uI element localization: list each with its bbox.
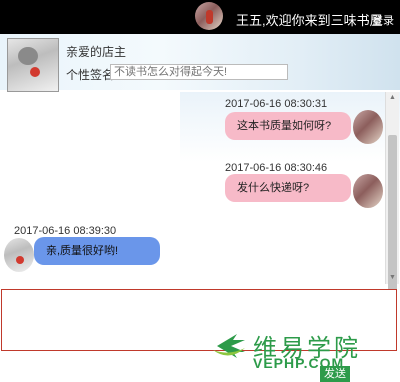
chat-scrollbar[interactable]: ▲ ▼ <box>385 92 399 298</box>
received-message-bubble: 亲,质量很好哟! <box>34 237 160 265</box>
sender-avatar <box>353 174 383 208</box>
shop-owner-avatar <box>7 38 59 92</box>
message-timestamp: 2017-06-16 08:30:46 <box>225 162 328 174</box>
shop-profile-panel: 亲爱的店主 个性签名: <box>0 34 400 92</box>
welcome-text: 王五,欢迎你来到三味书屋 <box>236 13 383 28</box>
chat-message-area[interactable]: 2017-06-16 08:30:31 这本书质量如何呀? 2017-06-16… <box>0 92 400 284</box>
sender-avatar <box>353 110 383 144</box>
sent-message-bubble: 发什么快递呀? <box>225 174 351 202</box>
top-bar: 王五,欢迎你来到三味书屋 登录 <box>0 0 400 34</box>
scroll-down-arrow-icon[interactable]: ▼ <box>386 272 399 284</box>
login-link[interactable]: 登录 <box>372 12 394 28</box>
watermark-logo: 维易学院 VEPHP.COM <box>205 326 400 382</box>
message-timestamp: 2017-06-16 08:39:30 <box>14 225 117 237</box>
scroll-up-arrow-icon[interactable]: ▲ <box>386 92 399 104</box>
shop-owner-chat-avatar <box>4 238 34 272</box>
send-button[interactable]: 发送 <box>320 366 350 382</box>
leaf-logo-icon <box>213 334 245 358</box>
shop-owner-name: 亲爱的店主 <box>66 45 127 59</box>
signature-input[interactable] <box>110 64 288 80</box>
sent-message-bubble: 这本书质量如何呀? <box>225 112 351 140</box>
user-avatar[interactable] <box>195 2 223 30</box>
message-timestamp: 2017-06-16 08:30:31 <box>225 98 328 110</box>
